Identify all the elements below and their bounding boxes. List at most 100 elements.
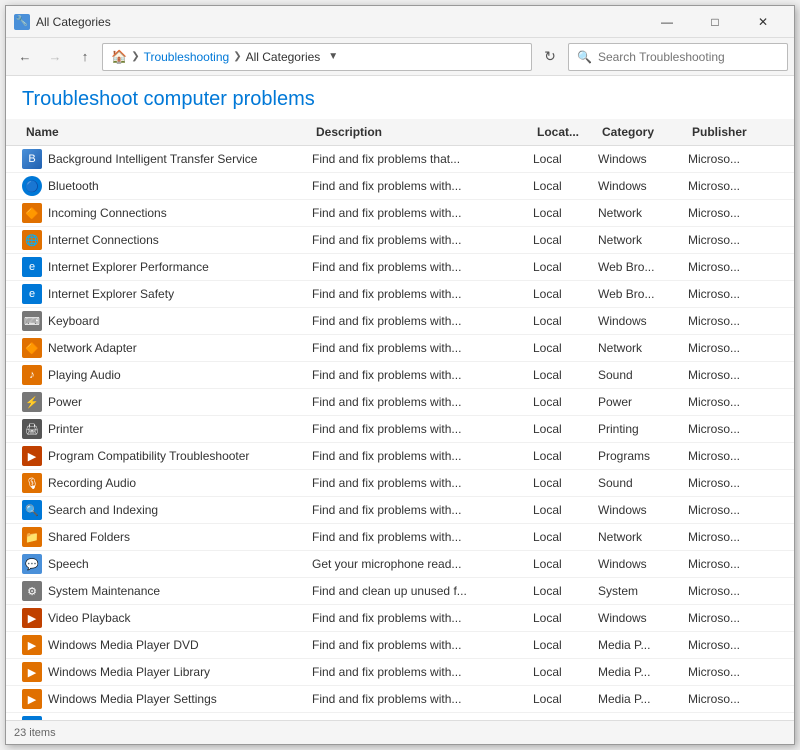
row-category-16: System bbox=[598, 584, 688, 598]
table-row[interactable]: 🔵 Bluetooth Find and fix problems with..… bbox=[6, 173, 794, 200]
row-desc-10: Find and fix problems with... bbox=[312, 422, 533, 436]
table-row[interactable]: ▶ Windows Media Player Settings Find and… bbox=[6, 686, 794, 713]
row-publisher-20: Microso... bbox=[688, 692, 778, 706]
row-icon-9: ⚡ bbox=[22, 392, 42, 412]
table-row[interactable]: ⚡ Power Find and fix problems with... Lo… bbox=[6, 389, 794, 416]
row-name-18: ▶ Windows Media Player DVD bbox=[22, 635, 312, 655]
close-button[interactable]: ✕ bbox=[740, 7, 786, 37]
table-row[interactable]: 🏪 Windows Store Apps Troubleshoot proble… bbox=[6, 713, 794, 720]
row-publisher-9: Microso... bbox=[688, 395, 778, 409]
row-publisher-6: Microso... bbox=[688, 314, 778, 328]
table-row[interactable]: e Internet Explorer Performance Find and… bbox=[6, 254, 794, 281]
row-location-17: Local bbox=[533, 611, 598, 625]
page-title: Troubleshoot computer problems bbox=[6, 76, 794, 119]
row-icon-1: 🔵 bbox=[22, 176, 42, 196]
row-publisher-1: Microso... bbox=[688, 179, 778, 193]
breadcrumb-troubleshooting[interactable]: Troubleshooting bbox=[144, 50, 230, 64]
row-location-19: Local bbox=[533, 665, 598, 679]
breadcrumb-sep2: ❯ bbox=[233, 51, 241, 62]
row-icon-14: 📁 bbox=[22, 527, 42, 547]
search-box: 🔍 bbox=[568, 43, 788, 71]
row-icon-3: 🌐 bbox=[22, 230, 42, 250]
search-icon: 🔍 bbox=[577, 50, 592, 64]
row-icon-13: 🔍 bbox=[22, 500, 42, 520]
row-location-4: Local bbox=[533, 260, 598, 274]
row-publisher-18: Microso... bbox=[688, 638, 778, 652]
row-name-4: e Internet Explorer Performance bbox=[22, 257, 312, 277]
row-icon-2: 🔶 bbox=[22, 203, 42, 223]
row-name-16: ⚙ System Maintenance bbox=[22, 581, 312, 601]
row-category-18: Media P... bbox=[598, 638, 688, 652]
row-location-0: Local bbox=[533, 152, 598, 166]
row-desc-0: Find and fix problems that... bbox=[312, 152, 533, 166]
row-location-1: Local bbox=[533, 179, 598, 193]
table-row[interactable]: ♪ Playing Audio Find and fix problems wi… bbox=[6, 362, 794, 389]
row-location-5: Local bbox=[533, 287, 598, 301]
row-desc-14: Find and fix problems with... bbox=[312, 530, 533, 544]
table-row[interactable]: 🌐 Internet Connections Find and fix prob… bbox=[6, 227, 794, 254]
row-publisher-2: Microso... bbox=[688, 206, 778, 220]
row-icon-0: B bbox=[22, 149, 42, 169]
row-location-2: Local bbox=[533, 206, 598, 220]
row-icon-20: ▶ bbox=[22, 689, 42, 709]
row-location-18: Local bbox=[533, 638, 598, 652]
row-publisher-17: Microso... bbox=[688, 611, 778, 625]
row-desc-20: Find and fix problems with... bbox=[312, 692, 533, 706]
up-button[interactable]: ↑ bbox=[72, 44, 98, 70]
row-location-15: Local bbox=[533, 557, 598, 571]
row-name-1: 🔵 Bluetooth bbox=[22, 176, 312, 196]
search-input[interactable] bbox=[598, 50, 779, 64]
row-name-8: ♪ Playing Audio bbox=[22, 365, 312, 385]
back-button[interactable]: ← bbox=[12, 44, 38, 70]
row-name-7: 🔶 Network Adapter bbox=[22, 338, 312, 358]
status-bar: 23 items bbox=[6, 720, 794, 744]
minimize-button[interactable]: — bbox=[644, 7, 690, 37]
row-desc-16: Find and clean up unused f... bbox=[312, 584, 533, 598]
forward-button[interactable]: → bbox=[42, 44, 68, 70]
table-row[interactable]: B Background Intelligent Transfer Servic… bbox=[6, 146, 794, 173]
table-header: Name Description Locat... Category Publi… bbox=[6, 119, 794, 146]
row-location-8: Local bbox=[533, 368, 598, 382]
content-area: Name Description Locat... Category Publi… bbox=[6, 119, 794, 720]
table-row[interactable]: ⌨ Keyboard Find and fix problems with...… bbox=[6, 308, 794, 335]
row-location-9: Local bbox=[533, 395, 598, 409]
table-body: B Background Intelligent Transfer Servic… bbox=[6, 146, 794, 720]
table-row[interactable]: ▶ Windows Media Player Library Find and … bbox=[6, 659, 794, 686]
row-desc-15: Get your microphone read... bbox=[312, 557, 533, 571]
row-publisher-0: Microso... bbox=[688, 152, 778, 166]
refresh-button[interactable]: ↻ bbox=[536, 43, 564, 71]
table-row[interactable]: ▶ Windows Media Player DVD Find and fix … bbox=[6, 632, 794, 659]
row-category-1: Windows bbox=[598, 179, 688, 193]
table-row[interactable]: 🔍 Search and Indexing Find and fix probl… bbox=[6, 497, 794, 524]
row-publisher-10: Microso... bbox=[688, 422, 778, 436]
row-category-12: Sound bbox=[598, 476, 688, 490]
table-row[interactable]: 💬 Speech Get your microphone read... Loc… bbox=[6, 551, 794, 578]
row-desc-13: Find and fix problems with... bbox=[312, 503, 533, 517]
table-row[interactable]: 🎙 Recording Audio Find and fix problems … bbox=[6, 470, 794, 497]
row-desc-17: Find and fix problems with... bbox=[312, 611, 533, 625]
breadcrumb-dropdown-button[interactable]: ▼ bbox=[328, 51, 338, 62]
status-text: 23 items bbox=[14, 727, 56, 739]
table-row[interactable]: 🔶 Incoming Connections Find and fix prob… bbox=[6, 200, 794, 227]
row-publisher-8: Microso... bbox=[688, 368, 778, 382]
table-row[interactable]: ⚙ System Maintenance Find and clean up u… bbox=[6, 578, 794, 605]
title-bar: 🔧 All Categories — □ ✕ bbox=[6, 6, 794, 38]
row-icon-17: ▶ bbox=[22, 608, 42, 628]
main-window: 🔧 All Categories — □ ✕ ← → ↑ 🏠 ❯ Trouble… bbox=[5, 5, 795, 745]
table-row[interactable]: 🖨 Printer Find and fix problems with... … bbox=[6, 416, 794, 443]
row-icon-11: ▶ bbox=[22, 446, 42, 466]
maximize-button[interactable]: □ bbox=[692, 7, 738, 37]
table-row[interactable]: ▶ Program Compatibility Troubleshooter F… bbox=[6, 443, 794, 470]
row-icon-6: ⌨ bbox=[22, 311, 42, 331]
table-row[interactable]: 📁 Shared Folders Find and fix problems w… bbox=[6, 524, 794, 551]
row-location-7: Local bbox=[533, 341, 598, 355]
row-desc-19: Find and fix problems with... bbox=[312, 665, 533, 679]
row-publisher-7: Microso... bbox=[688, 341, 778, 355]
table-row[interactable]: e Internet Explorer Safety Find and fix … bbox=[6, 281, 794, 308]
table-row[interactable]: ▶ Video Playback Find and fix problems w… bbox=[6, 605, 794, 632]
row-desc-7: Find and fix problems with... bbox=[312, 341, 533, 355]
row-desc-8: Find and fix problems with... bbox=[312, 368, 533, 382]
table-row[interactable]: 🔶 Network Adapter Find and fix problems … bbox=[6, 335, 794, 362]
row-icon-7: 🔶 bbox=[22, 338, 42, 358]
row-name-10: 🖨 Printer bbox=[22, 419, 312, 439]
